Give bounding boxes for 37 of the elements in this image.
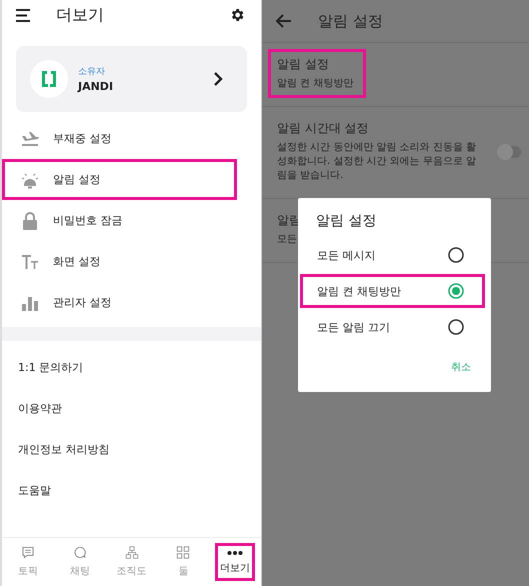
- menu-link[interactable]: 개인정보 처리방침: [2, 429, 261, 470]
- radio-button[interactable]: [448, 283, 464, 299]
- profile-card[interactable]: 소유자 JANDI: [16, 46, 247, 112]
- logo-icon: [30, 60, 68, 98]
- role-label: 소유자: [78, 66, 106, 78]
- nav-tab[interactable]: 더보기: [215, 543, 255, 581]
- setting-item[interactable]: 알림 설정 알림 켠 채팅방만: [268, 49, 366, 98]
- radio-option[interactable]: 알림 켠 채팅방만: [300, 274, 485, 308]
- menu-link[interactable]: 도움말: [2, 470, 261, 511]
- menu-item[interactable]: 알림 설정: [2, 159, 237, 200]
- bar-chart-icon: [21, 294, 39, 310]
- radio-button[interactable]: [448, 319, 464, 335]
- page-title: 더보기: [56, 4, 105, 26]
- airplane-icon: [21, 130, 39, 146]
- setting-item[interactable]: 알림 시간대 설정 설정한 시간 동안에만 알림 소리와 진동을 활성화합니다. 설정한 시간 외에는 무음으로 알림을 받습니다.: [268, 113, 491, 190]
- grid-icon: [175, 546, 192, 559]
- page-title: 알림 설정: [318, 12, 383, 30]
- back-arrow-icon[interactable]: [276, 14, 292, 28]
- radio-option[interactable]: 모든 알림 끄기: [300, 310, 485, 344]
- chevron-right-icon: [213, 71, 223, 87]
- menu-item[interactable]: 화면 설정: [2, 241, 237, 282]
- menu-item[interactable]: 관리자 설정: [2, 282, 237, 323]
- radio-option[interactable]: 모든 메시지: [300, 238, 485, 272]
- toggle-switch[interactable]: [499, 146, 521, 158]
- menu-item[interactable]: 부재중 설정: [2, 118, 237, 159]
- settings-icon[interactable]: [229, 7, 245, 23]
- radio-button[interactable]: [448, 247, 464, 263]
- more-icon: [227, 550, 243, 556]
- menu-link[interactable]: 1:1 문의하기: [2, 347, 261, 388]
- text-size-icon: [21, 254, 39, 270]
- lock-icon: [21, 212, 39, 230]
- alarm-icon: [21, 170, 39, 188]
- dialog-title: 알림 설정: [315, 212, 378, 230]
- menu-link[interactable]: 이용약관: [2, 388, 261, 429]
- profile-name: JANDI: [78, 80, 114, 93]
- menu-item[interactable]: 비밀번호 잠금: [2, 200, 237, 241]
- menu-icon[interactable]: [16, 8, 32, 22]
